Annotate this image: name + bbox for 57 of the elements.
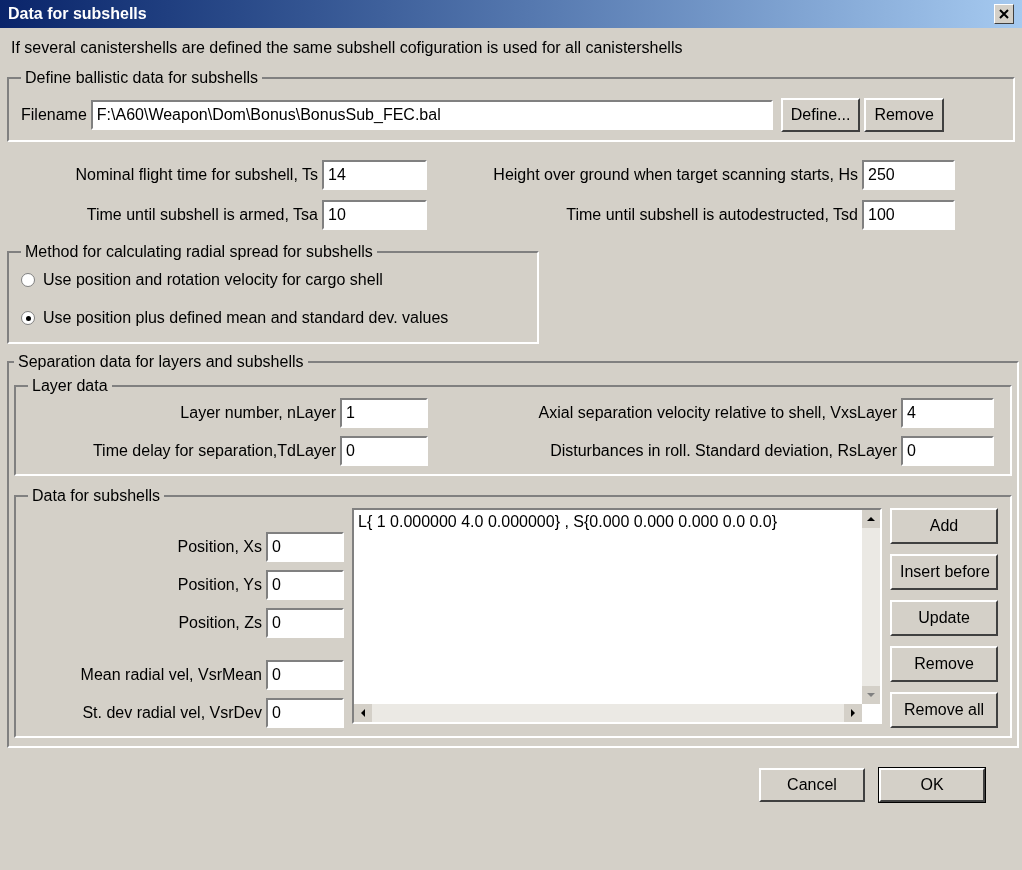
field-label: St. dev radial vel, VsrDev bbox=[82, 703, 262, 723]
input-field[interactable]: 10 bbox=[322, 200, 427, 230]
group-title: Layer data bbox=[31, 376, 109, 396]
input-field[interactable]: 0 bbox=[266, 570, 344, 600]
dialog-button[interactable]: OK bbox=[879, 768, 985, 802]
input-field[interactable]: 0 bbox=[340, 436, 428, 466]
input-field[interactable]: 14 bbox=[322, 160, 427, 190]
group-title: Method for calculating radial spread for subshells bbox=[24, 242, 374, 262]
field-label: Time delay for separation,TdLayer bbox=[92, 441, 336, 461]
input-field[interactable]: 250 bbox=[862, 160, 955, 190]
input-field[interactable]: 4 bbox=[901, 398, 994, 428]
field-label: Position, Zs bbox=[178, 613, 262, 633]
list-box[interactable]: L{ 1 0.000000 4.0 0.000000} , S{0.000 0.000 0.000 0.0 0.0} bbox=[352, 508, 882, 724]
field-label: Axial separation velocity relative to shell, VxsLayer bbox=[538, 403, 897, 423]
radio-label: Use position plus defined mean and standard dev. values bbox=[43, 308, 449, 328]
input-field[interactable]: 0 bbox=[266, 608, 344, 638]
vertical-scrollbar[interactable] bbox=[862, 510, 880, 704]
group-title: Define ballistic data for subshells bbox=[24, 68, 259, 88]
horizontal-scrollbar[interactable] bbox=[354, 704, 862, 722]
window-title: Data for subshells bbox=[8, 4, 147, 24]
list-item[interactable]: L{ 1 0.000000 4.0 0.000000} , S{0.000 0.000 0.000 0.0 0.0} bbox=[358, 510, 858, 534]
radio-label: Use position and rotation velocity for cargo shell bbox=[43, 270, 383, 290]
field-label: Filename bbox=[21, 105, 87, 125]
field-label: Time until subshell is armed, Tsa bbox=[86, 205, 318, 225]
list-action-button[interactable]: Insert before bbox=[890, 554, 998, 590]
input-field[interactable]: 1 bbox=[340, 398, 428, 428]
dialog-button[interactable]: Cancel bbox=[759, 768, 865, 802]
list-action-button[interactable]: Add bbox=[890, 508, 998, 544]
input-field[interactable]: 0 bbox=[266, 660, 344, 690]
list-action-button[interactable]: Remove bbox=[890, 646, 998, 682]
field-label: Mean radial vel, VsrMean bbox=[80, 665, 262, 685]
remove-button[interactable]: Remove bbox=[864, 98, 944, 132]
field-label: Position, Xs bbox=[177, 537, 262, 557]
scroll-right-icon[interactable] bbox=[844, 704, 862, 722]
input-field[interactable]: 0 bbox=[901, 436, 994, 466]
input-field[interactable]: 0 bbox=[266, 698, 344, 728]
field-label: Layer number, nLayer bbox=[180, 403, 336, 423]
info-text: If several canistershells are defined the same subshell cofiguration is used for all canistershells bbox=[11, 38, 684, 58]
field-label: Nominal flight time for subshell, Ts bbox=[75, 165, 318, 185]
input-field[interactable]: F:\A60\Weapon\Dom\Bonus\BonusSub_FEC.bal bbox=[90, 100, 773, 130]
input-field[interactable]: 0 bbox=[266, 532, 344, 562]
field-label: Height over ground when target scanning starts, Hs bbox=[493, 165, 858, 185]
field-label: Position, Ys bbox=[177, 575, 262, 595]
list-action-button[interactable]: Remove all bbox=[890, 692, 998, 728]
group-title: Separation data for layers and subshells bbox=[17, 352, 305, 372]
radio-button[interactable] bbox=[21, 273, 35, 287]
field-label: Time until subshell is autodestructed, Tsd bbox=[566, 205, 858, 225]
radio-button[interactable] bbox=[21, 311, 35, 325]
scroll-left-icon[interactable] bbox=[354, 704, 372, 722]
close-button[interactable] bbox=[994, 4, 1014, 24]
list-action-button[interactable]: Update bbox=[890, 600, 998, 636]
scroll-up-icon[interactable] bbox=[862, 510, 880, 528]
group-title: Data for subshells bbox=[31, 486, 162, 506]
input-field[interactable]: 100 bbox=[862, 200, 955, 230]
define-button[interactable]: Define... bbox=[780, 98, 861, 132]
field-label: Disturbances in roll. Standard deviation, RsLayer bbox=[550, 441, 897, 461]
close-icon bbox=[999, 9, 1009, 19]
